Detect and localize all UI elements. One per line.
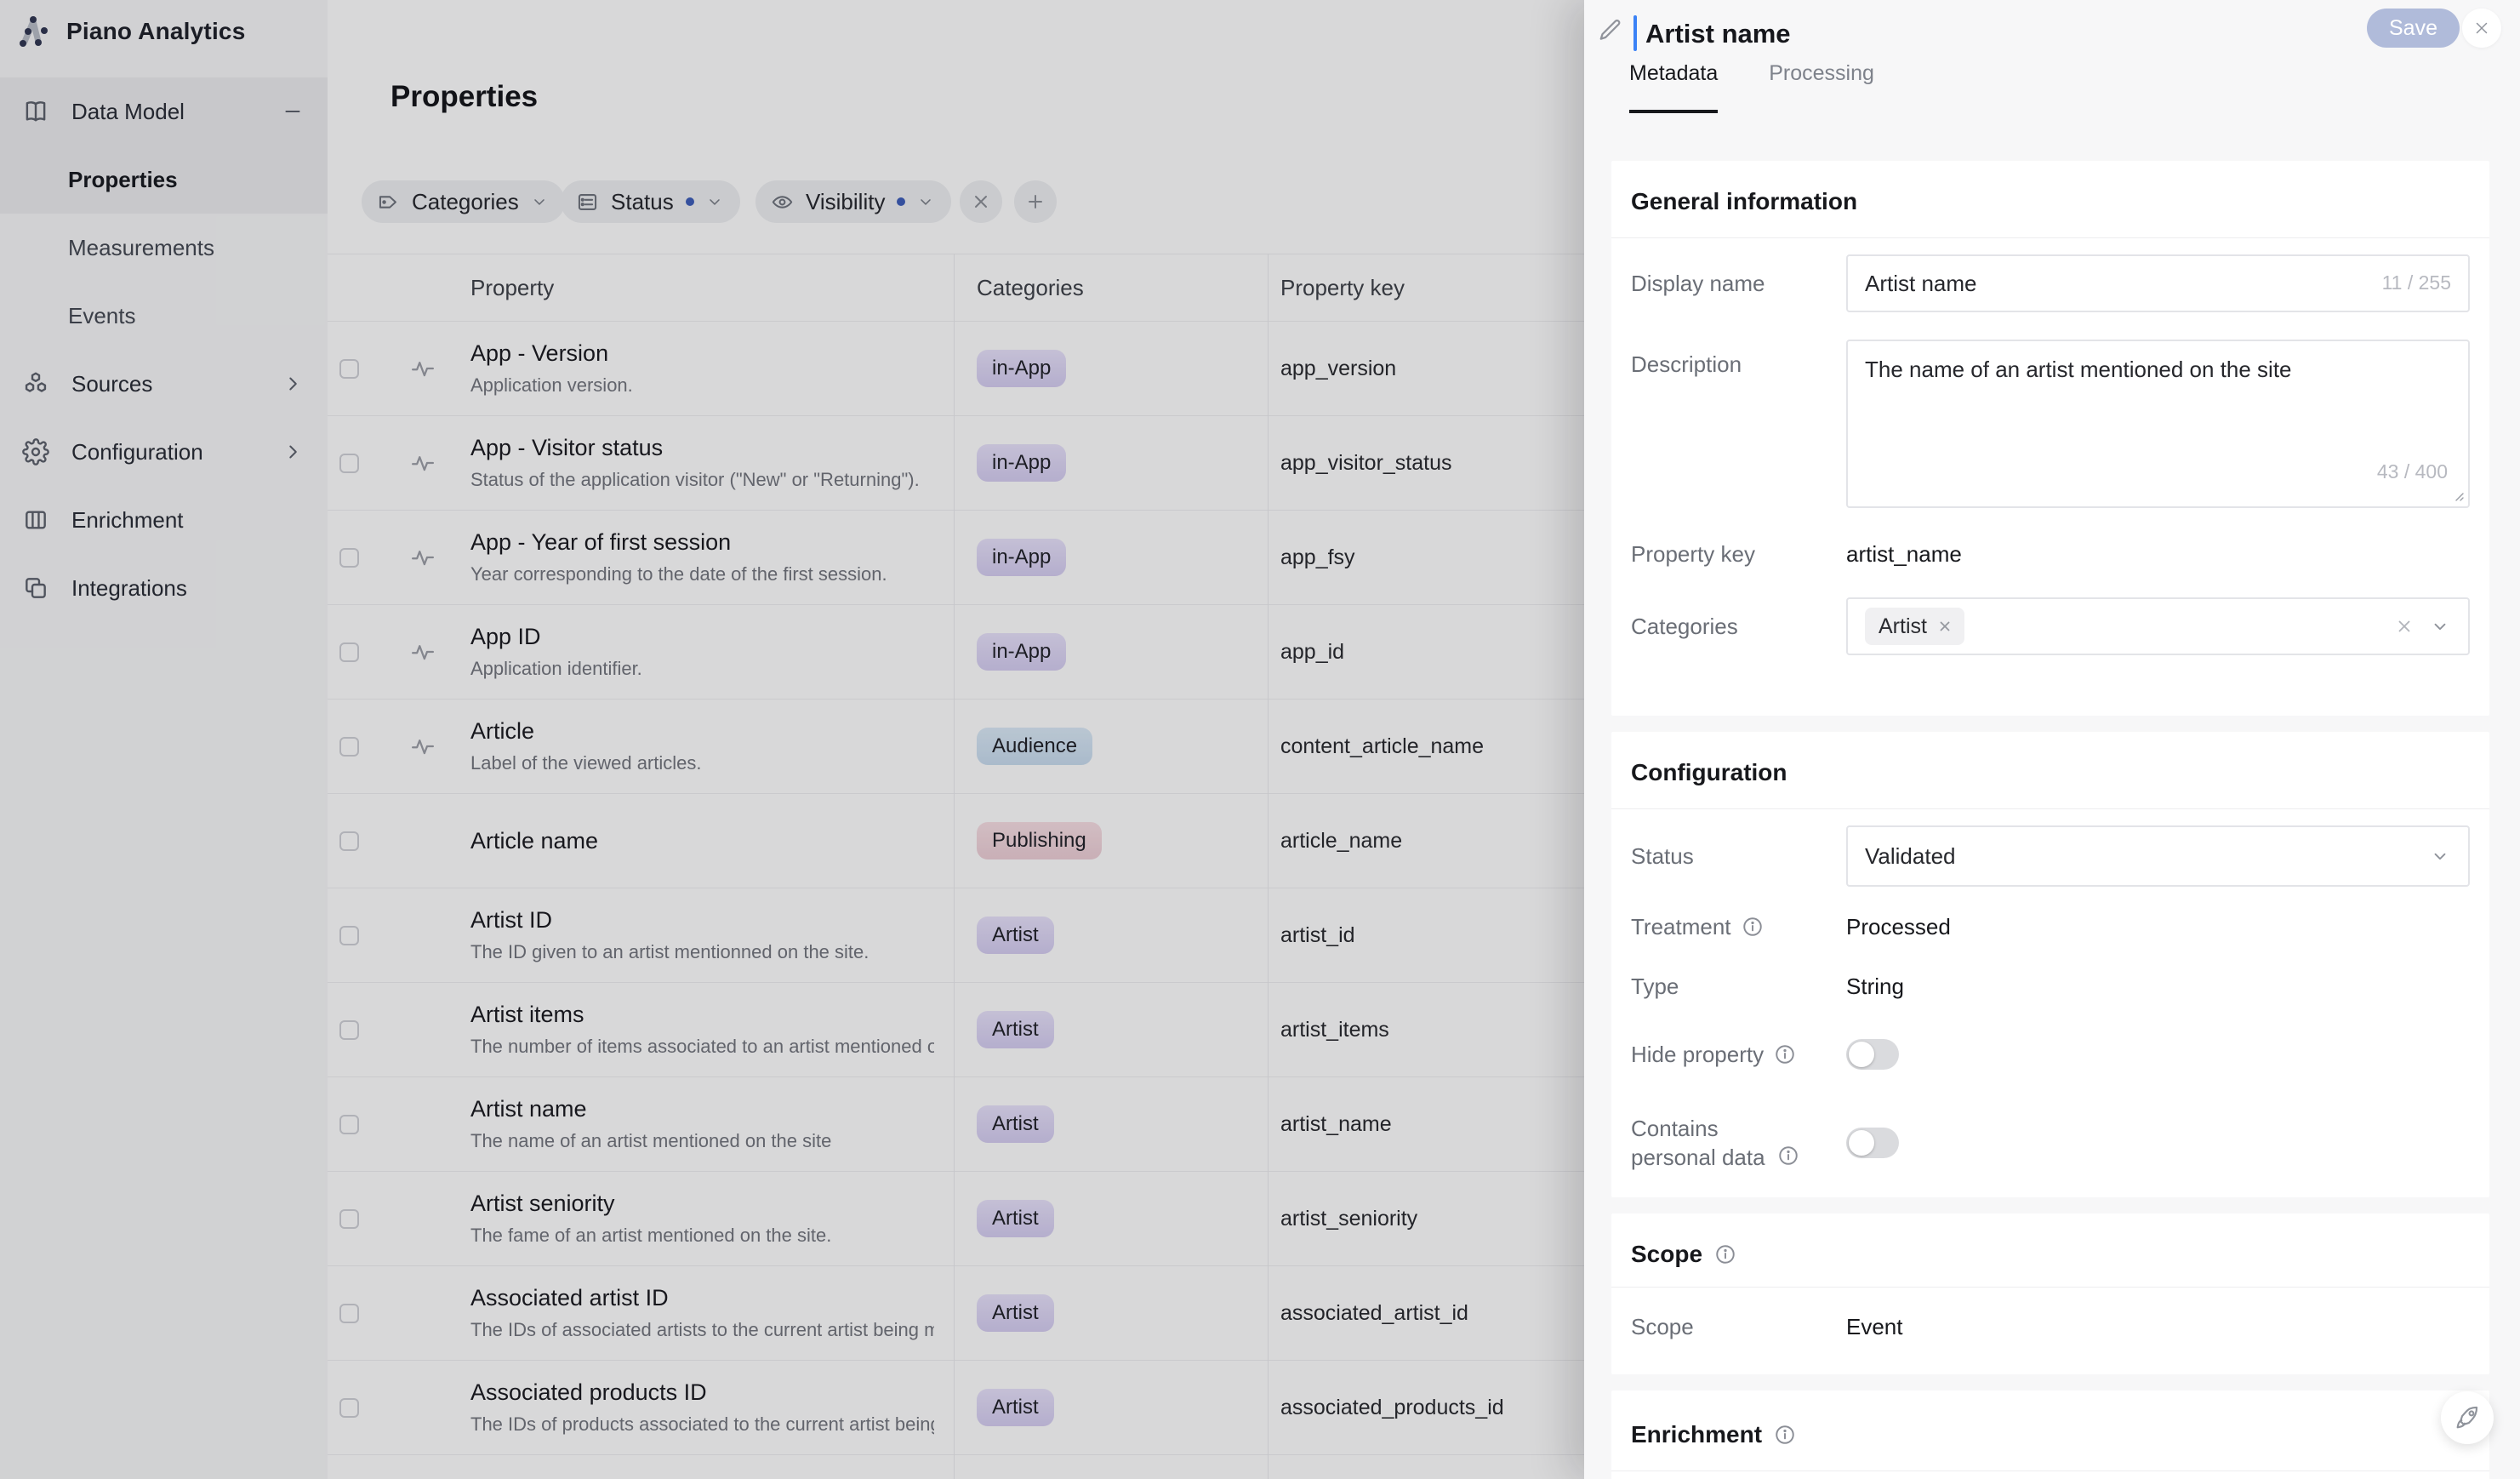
categories-label: Categories	[1631, 614, 1846, 640]
chevron-down-icon	[2431, 617, 2449, 636]
section-heading: General information	[1631, 188, 1857, 215]
tab-processing[interactable]: Processing	[1769, 61, 1874, 113]
treatment-label: Treatment	[1631, 914, 1846, 940]
section-heading: Scope	[1631, 1241, 1702, 1268]
info-icon[interactable]	[1777, 1145, 1799, 1167]
display-name-input[interactable]	[1846, 254, 2470, 312]
clear-select-icon[interactable]	[2395, 617, 2414, 636]
description-label: Description	[1631, 340, 1846, 378]
section-scope: Scope Scope Event	[1611, 1213, 2489, 1374]
char-counter: 11 / 255	[2382, 271, 2451, 294]
treatment-value: Processed	[1846, 914, 1951, 940]
scope-value: Event	[1846, 1314, 1903, 1340]
section-configuration: Configuration Status Validated Treatment…	[1611, 732, 2489, 1197]
property-key-label: Property key	[1631, 541, 1846, 568]
panel-title[interactable]: Artist name	[1645, 19, 1791, 49]
section-enrichment: Enrichment	[1611, 1390, 2489, 1479]
info-icon[interactable]	[1714, 1243, 1736, 1265]
type-value: String	[1846, 974, 1904, 1000]
chevron-down-icon	[2431, 847, 2449, 865]
tab-metadata[interactable]: Metadata	[1629, 61, 1718, 113]
hide-property-toggle[interactable]	[1846, 1039, 1899, 1070]
screen: Piano Analytics Data Model Properties Me…	[0, 0, 2520, 1479]
edit-panel: Artist name Save Metadata Processing Gen…	[1584, 0, 2520, 1479]
panel-tabs: Metadata Processing	[1629, 61, 1874, 113]
section-general-information: General information Display name 11 / 25…	[1611, 161, 2489, 716]
section-heading: Configuration	[1631, 759, 1787, 786]
pencil-icon[interactable]	[1598, 17, 1623, 43]
rocket-icon	[2453, 1403, 2482, 1432]
text-cursor	[1633, 15, 1637, 51]
property-key-value: artist_name	[1846, 541, 1962, 568]
info-icon[interactable]	[1774, 1043, 1796, 1065]
type-label: Type	[1631, 974, 1846, 1000]
rocket-fab-button[interactable]	[2441, 1391, 2494, 1444]
save-button[interactable]: Save	[2367, 9, 2460, 48]
info-icon[interactable]	[1774, 1424, 1796, 1446]
scope-label: Scope	[1631, 1314, 1846, 1340]
categories-select[interactable]: Artist	[1846, 597, 2470, 655]
status-select[interactable]: Validated	[1846, 825, 2470, 887]
personal-data-toggle[interactable]	[1846, 1128, 1899, 1158]
close-x-icon	[2472, 19, 2491, 37]
display-name-label: Display name	[1631, 271, 1846, 297]
status-label: Status	[1631, 843, 1846, 870]
remove-chip-icon[interactable]	[1937, 619, 1953, 634]
category-chip[interactable]: Artist	[1865, 608, 1964, 645]
info-icon[interactable]	[1742, 916, 1764, 938]
hide-property-label: Hide property	[1631, 1042, 1846, 1068]
personal-data-label: Contains personal data	[1631, 1114, 1846, 1172]
close-button[interactable]	[2462, 9, 2501, 48]
resize-handle-icon[interactable]	[2451, 488, 2465, 502]
char-counter: 43 / 400	[2377, 460, 2448, 483]
section-heading: Enrichment	[1631, 1421, 1762, 1448]
modal-dim-overlay[interactable]	[0, 0, 1584, 1479]
